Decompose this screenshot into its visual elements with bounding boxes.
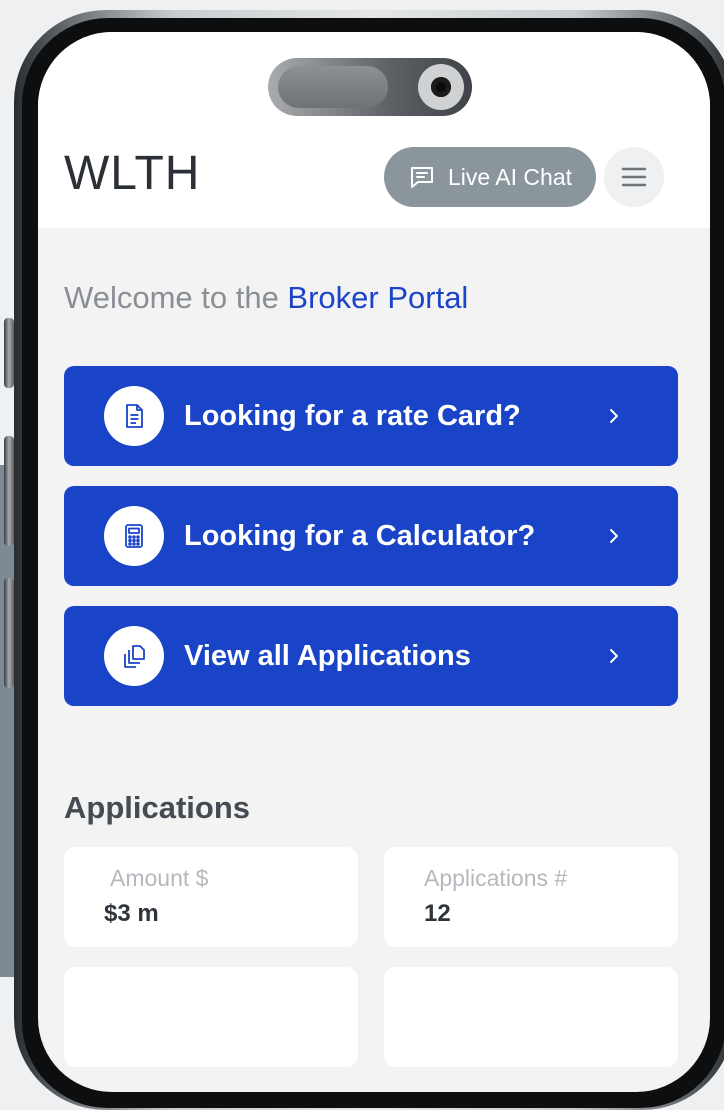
chevron-right-icon (610, 529, 618, 543)
calculator-label: Looking for a Calculator? (184, 519, 536, 552)
chevron-right-icon (610, 649, 618, 663)
dynamic-island-pill (278, 66, 388, 108)
card-icon-circle (104, 626, 164, 686)
document-icon (126, 404, 143, 428)
welcome-prefix: Welcome to the (64, 280, 288, 315)
view-applications-button[interactable]: View all Applications (64, 606, 678, 706)
amount-stat-card[interactable]: Amount $ $3 m (64, 847, 358, 947)
phone-side-button (4, 318, 14, 388)
phone-side-button (4, 436, 14, 546)
menu-button[interactable] (604, 147, 664, 207)
card-icon-circle (104, 386, 164, 446)
hamburger-menu-icon (621, 167, 647, 187)
calculator-icon (125, 524, 143, 548)
rate-card-button[interactable]: Looking for a rate Card? (64, 366, 678, 466)
stacked-files-icon (124, 645, 145, 668)
wlth-logo: WLTH (64, 147, 201, 200)
chat-bubble-icon (410, 167, 433, 188)
dynamic-island (268, 58, 472, 116)
view-applications-label: View all Applications (184, 639, 471, 672)
phone-screen: WLTH Live AI Chat Welcome to the Broker … (38, 32, 710, 1092)
amount-stat-label: Amount $ (110, 865, 209, 891)
amount-stat-value: $3 m (104, 900, 159, 927)
live-ai-chat-label: Live AI Chat (447, 163, 573, 190)
welcome-heading: Welcome to the Broker Portal (64, 280, 468, 316)
broker-portal-highlight: Broker Portal (287, 280, 469, 315)
card-icon-circle (104, 506, 164, 566)
live-ai-chat-button[interactable]: Live AI Chat (384, 147, 596, 207)
applications-section-title: Applications (64, 790, 251, 825)
stat-card-partial (384, 967, 678, 1067)
applications-count-stat-card[interactable]: Applications # 12 (384, 847, 678, 947)
applications-count-label: Applications # (424, 865, 568, 891)
rate-card-label: Looking for a rate Card? (184, 399, 521, 432)
applications-count-value: 12 (424, 900, 451, 927)
camera-icon (418, 64, 464, 110)
calculator-button[interactable]: Looking for a Calculator? (64, 486, 678, 586)
app-header: WLTH Live AI Chat (38, 32, 710, 228)
stat-card-partial (64, 967, 358, 1067)
chevron-right-icon (610, 409, 618, 423)
phone-side-button (4, 578, 14, 688)
